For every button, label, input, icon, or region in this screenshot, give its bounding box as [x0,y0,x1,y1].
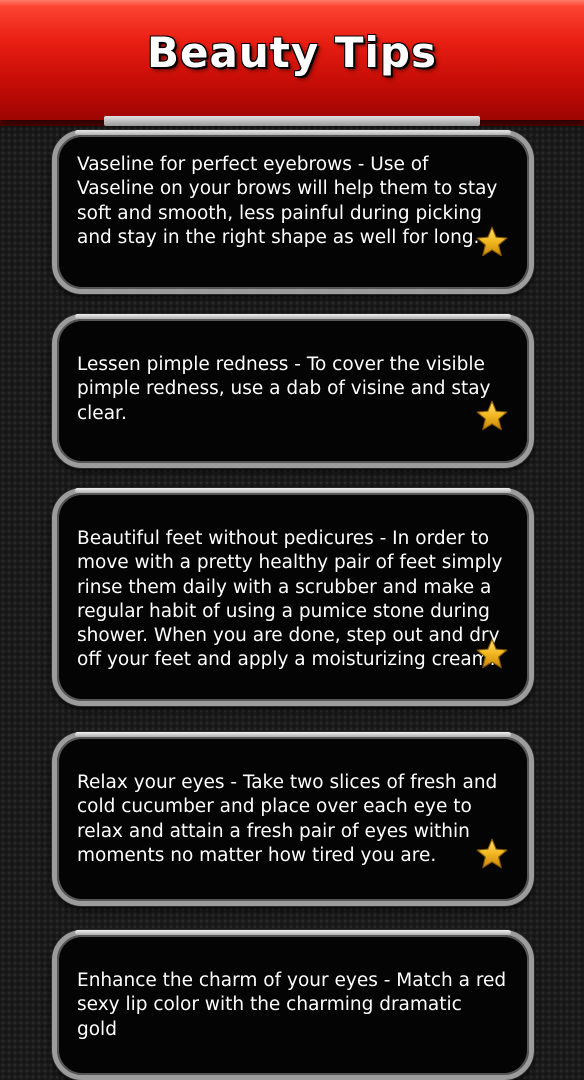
page-title: Beauty Tips [147,28,437,77]
tip-text: Lessen pimple redness - To cover the vis… [77,354,491,424]
star-icon[interactable] [475,399,509,433]
tip-card[interactable]: Beautiful feet without pedicures - In or… [52,488,534,706]
tip-card[interactable]: Vaseline for perfect eyebrows - Use of V… [52,130,534,294]
star-icon[interactable] [475,637,509,671]
tip-text: Enhance the charm of your eyes - Match a… [77,970,507,1040]
star-icon[interactable] [475,837,509,871]
tip-card[interactable]: Relax your eyes - Take two slices of fre… [52,732,534,906]
tip-text: Vaseline for perfect eyebrows - Use of V… [77,154,498,248]
tip-card[interactable]: Lessen pimple redness - To cover the vis… [52,314,534,468]
tip-card[interactable]: Enhance the charm of your eyes - Match a… [52,930,534,1080]
star-icon[interactable] [475,225,509,259]
tip-text: Beautiful feet without pedicures - In or… [77,528,503,671]
tips-list[interactable]: Vaseline for perfect eyebrows - Use of V… [0,0,584,1080]
header-shelf-tab [104,116,480,126]
tip-text: Relax your eyes - Take two slices of fre… [77,772,498,866]
app-header: Beauty Tips [0,0,584,120]
